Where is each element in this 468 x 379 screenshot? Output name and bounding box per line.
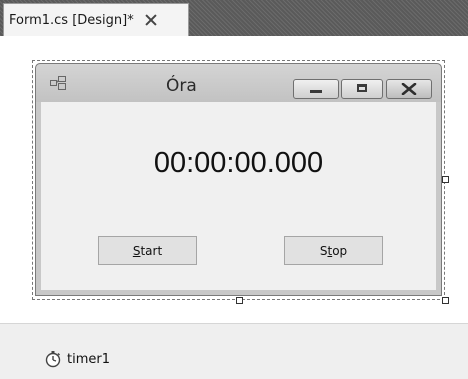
resize-handle-bottom[interactable] — [236, 297, 243, 304]
document-tab-label: Form1.cs [Design]* — [9, 12, 134, 28]
form-title-bar[interactable]: Óra — [36, 64, 441, 102]
tray-item-timer1[interactable]: timer1 — [44, 350, 110, 368]
form-title: Óra — [166, 76, 197, 96]
stop-button-label-rest: op — [332, 243, 348, 258]
tray-item-label: timer1 — [67, 351, 110, 367]
stop-button[interactable]: St op — [284, 236, 383, 265]
maximize-button[interactable] — [341, 79, 383, 99]
document-tab-form1-design[interactable]: Form1.cs [Design]* — [3, 3, 189, 36]
resize-handle-right[interactable] — [442, 176, 449, 183]
document-tab-strip: Form1.cs [Design]* — [0, 0, 468, 36]
close-icon[interactable] — [144, 13, 158, 27]
start-button[interactable]: Start — [98, 236, 197, 265]
resize-handle-bottom-right[interactable] — [442, 297, 449, 304]
close-button[interactable] — [386, 79, 432, 99]
close-x-icon — [401, 83, 417, 95]
form-window[interactable]: Óra 00:00:00.000 Start St op — [35, 63, 442, 296]
form-app-icon — [50, 76, 66, 90]
minimize-button[interactable] — [293, 79, 339, 99]
start-button-mnemonic: S — [132, 243, 141, 258]
clock-label[interactable]: 00:00:00.000 — [41, 147, 436, 180]
start-button-label-rest: tart — [140, 243, 163, 258]
stop-button-label-before: S — [319, 243, 328, 258]
component-tray: timer1 — [0, 323, 468, 379]
form-client-area: 00:00:00.000 Start St op — [41, 102, 436, 290]
stopwatch-icon — [45, 351, 61, 368]
